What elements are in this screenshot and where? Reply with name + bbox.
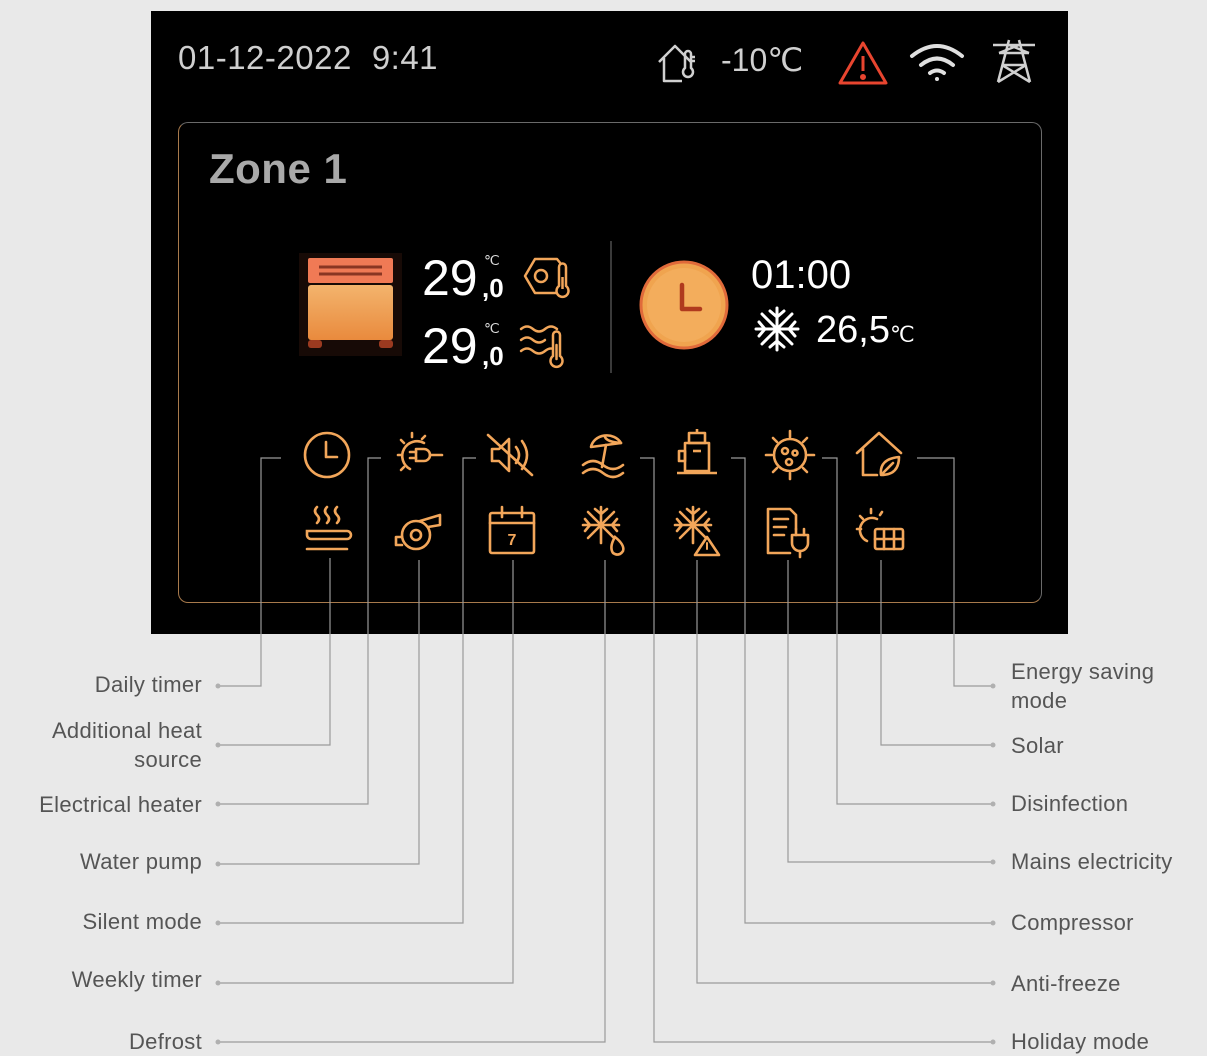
label-solar: Solar — [1011, 733, 1064, 758]
label-additional-heat-source: Additional heat source — [51, 718, 202, 772]
label-mains-electricity: Mains electricity — [1011, 849, 1173, 874]
label-anti-freeze: Anti-freeze — [1011, 971, 1121, 996]
leader-daily-timer — [218, 457, 281, 687]
label-disinfection: Disinfection — [1011, 791, 1129, 816]
leader-anti-freeze — [696, 560, 993, 984]
leader-solar — [880, 560, 993, 746]
label-electrical-heater: Electrical heater — [39, 792, 202, 817]
leader-mains-electricity — [787, 560, 993, 863]
leader-additional-heat-source — [218, 558, 331, 746]
leader-water-pump — [218, 560, 420, 865]
callout-lines — [215, 457, 996, 1045]
label-holiday-mode: Holiday mode — [1011, 1029, 1150, 1054]
leader-disinfection — [822, 457, 993, 805]
leader-energy-saving-mode — [917, 457, 993, 687]
label-silent-mode: Silent mode — [82, 909, 202, 934]
label-water-pump: Water pump — [79, 849, 202, 874]
label-defrost: Defrost — [128, 1029, 202, 1054]
label-energy-saving-mode: Energy saving mode — [1011, 659, 1155, 713]
label-daily-timer: Daily timer — [94, 672, 202, 697]
leader-electrical-heater — [218, 457, 381, 805]
leader-silent-mode — [218, 457, 476, 924]
leader-defrost — [218, 560, 606, 1043]
leader-weekly-timer — [218, 560, 514, 984]
label-compressor: Compressor — [1011, 910, 1134, 935]
label-weekly-timer: Weekly timer — [71, 967, 202, 992]
leader-holiday-mode — [640, 457, 993, 1043]
